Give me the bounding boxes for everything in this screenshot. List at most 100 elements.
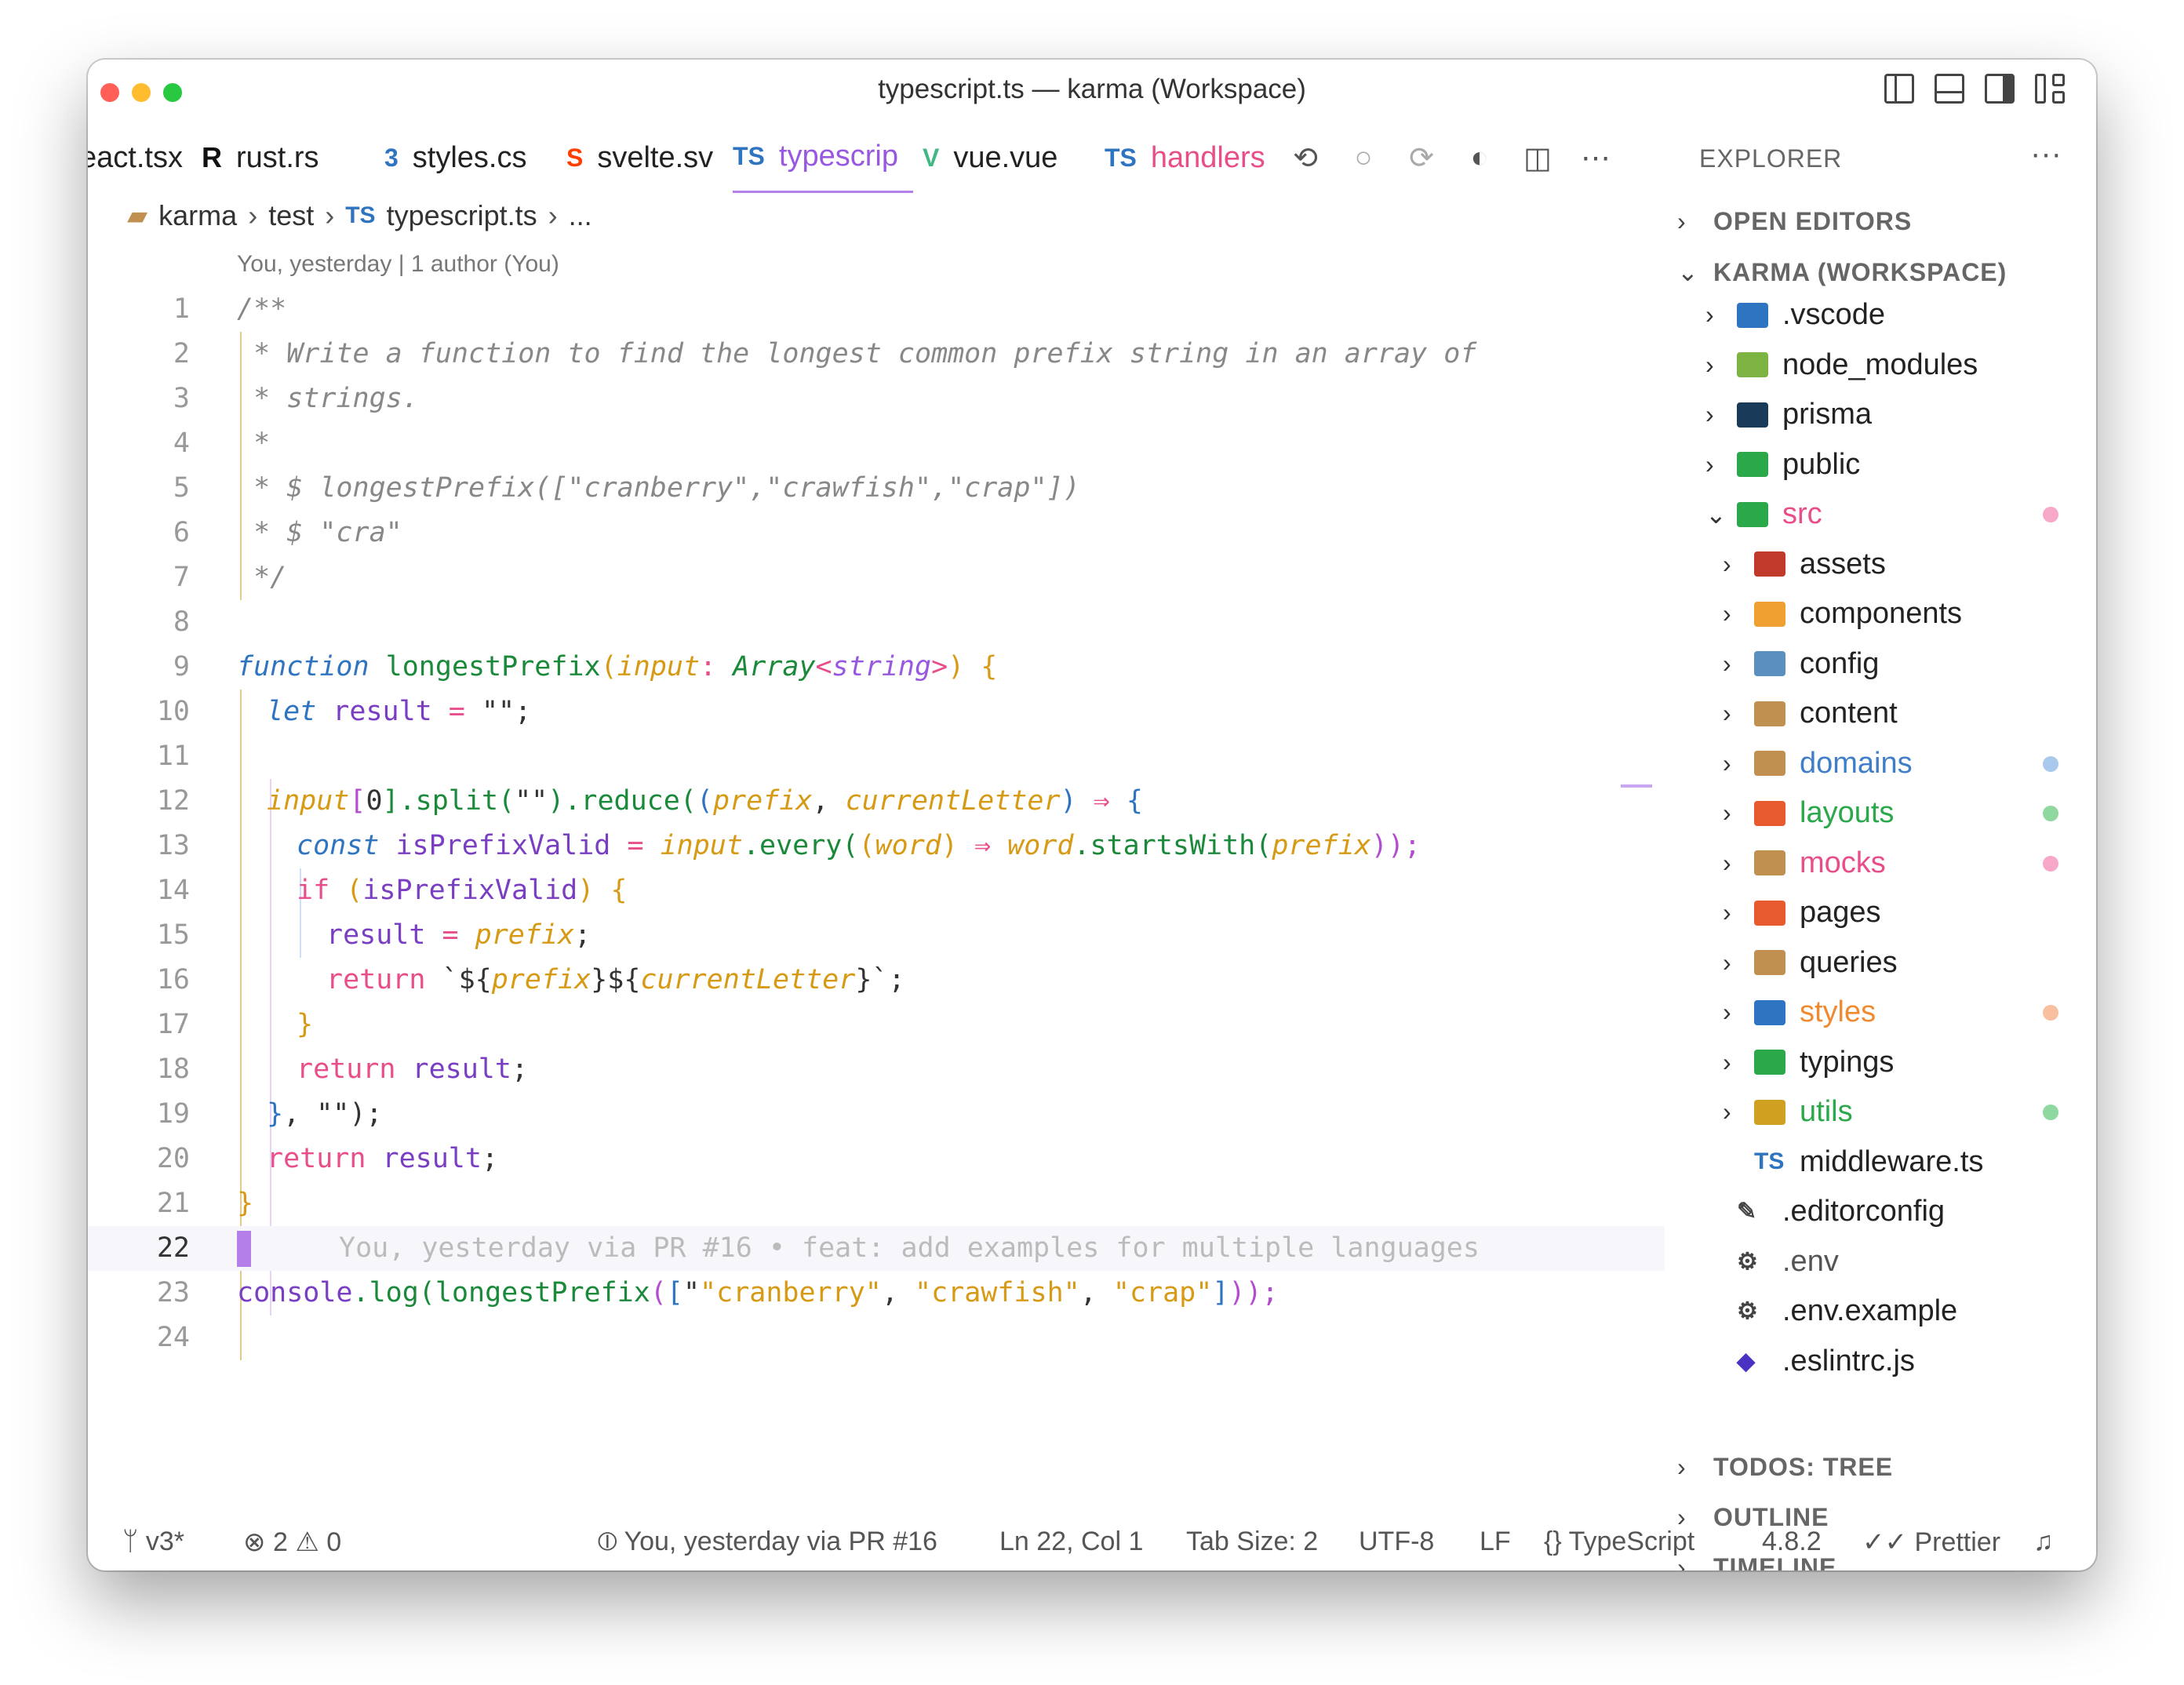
tree-file[interactable]: ⚙ .env.example (1737, 1286, 1957, 1336)
tree-folder[interactable]: › config (1723, 639, 1879, 689)
tree-item-label: middleware.ts (1800, 1145, 1984, 1178)
tree-folder[interactable]: › node_modules (1705, 340, 1978, 390)
editor-window: typescript.ts — karma (Workspace) eact.t… (88, 60, 2096, 1570)
git-commit-icon[interactable]: ○ (1346, 141, 1381, 175)
breadcrumb-more[interactable]: ... (569, 199, 592, 232)
tab-typescript[interactable]: TS typescrip (733, 122, 913, 193)
language-mode[interactable]: {} TypeScript (1544, 1527, 1694, 1557)
layout-controls (1884, 74, 2065, 104)
tree-folder[interactable]: › layouts (1723, 788, 1894, 838)
git-status-dot (2043, 1005, 2058, 1021)
status-bar: ᛘ v3* ⊗ 2 ⚠ 0 ⦶ You, yesterday via PR #1… (88, 1516, 2096, 1570)
encoding[interactable]: UTF-8 (1359, 1527, 1434, 1557)
tree-file[interactable]: ◆ .eslintrc.js (1737, 1337, 1915, 1386)
code-line: 15 result = prefix; (156, 919, 592, 951)
code-line: 19 }, ""); (156, 1098, 383, 1130)
code-line: 4 * (173, 428, 271, 459)
scrollbar-marker (1621, 784, 1652, 788)
breadcrumb-root[interactable]: karma (158, 199, 237, 232)
tree-folder[interactable]: › assets (1723, 540, 1886, 589)
tree-folder[interactable]: › domains (1723, 739, 1913, 788)
window-title: typescript.ts — karma (Workspace) (878, 74, 1306, 104)
chevron-right-icon: › (1723, 998, 1731, 1026)
gitlens-icon[interactable]: ◐ (1462, 141, 1497, 175)
svelte-icon: S (566, 143, 584, 172)
tree-file[interactable]: ⚙ .env (1737, 1237, 1839, 1286)
branch-indicator[interactable]: ᛘ v3* (122, 1527, 184, 1557)
tab-size[interactable]: Tab Size: 2 (1186, 1527, 1318, 1557)
tree-item-label: utils (1800, 1095, 1853, 1128)
split-editor-icon[interactable]: ◫ (1520, 140, 1555, 176)
git-previous-change-icon[interactable]: ⟲ (1288, 140, 1323, 176)
chevron-right-icon: › (1705, 300, 1714, 329)
toggle-panel-icon[interactable] (1935, 74, 1964, 104)
ts-version[interactable]: 4.8.2 (1762, 1527, 1822, 1557)
tree-folder[interactable]: › queries (1723, 938, 1898, 988)
tab-rust[interactable]: R rust.rs (202, 122, 319, 193)
ts-icon: TS (733, 142, 765, 170)
tree-folder[interactable]: › utils (1723, 1087, 1853, 1137)
error-icon: ⊗ (243, 1527, 266, 1557)
chevron-right-icon: › (1723, 599, 1731, 628)
cursor-position[interactable]: Ln 22, Col 1 (999, 1527, 1143, 1557)
tree-folder[interactable]: › styles (1723, 988, 1876, 1037)
code-line-current: 22 You, yesterday via PR #16 • feat: add… (88, 1226, 1665, 1271)
code-line: 14 if (isPrefixValid) { (156, 875, 628, 906)
notifications-bell-icon[interactable]: ♫ (2033, 1527, 2054, 1557)
chevron-down-icon: ⌄ (1705, 500, 1727, 529)
problems-indicator[interactable]: ⊗ 2 ⚠ 0 (243, 1527, 341, 1558)
folder-icon (1754, 1050, 1785, 1075)
tree-folder[interactable]: › .vscode (1705, 290, 1885, 340)
more-actions-icon[interactable]: ⋯ (1578, 140, 1613, 176)
tab-react[interactable]: eact.tsx (88, 122, 183, 193)
folder-icon (1737, 402, 1768, 428)
breadcrumb-folder[interactable]: test (268, 199, 314, 232)
folder-icon (1754, 800, 1785, 826)
tree-item-label: prisma (1782, 398, 1873, 431)
tab-svelte[interactable]: S svelte.sv (566, 122, 713, 193)
git-status-dot (2043, 755, 2058, 772)
code-line: 10 let result = ""; (156, 696, 532, 727)
file-type-icon: ⚙ (1737, 1248, 1758, 1275)
tree-file[interactable]: TS middleware.ts (1754, 1137, 1983, 1187)
chevron-right-icon: › (1723, 649, 1731, 678)
git-next-change-icon[interactable]: ⟳ (1404, 140, 1439, 176)
customize-layout-icon[interactable] (2035, 74, 2065, 104)
toggle-primary-sidebar-icon[interactable] (1884, 74, 1914, 104)
section-workspace[interactable]: ⌄ KARMA (WORKSPACE) (1677, 257, 2007, 287)
tree-folder[interactable]: › pages (1723, 888, 1881, 937)
line-ending[interactable]: LF (1480, 1527, 1511, 1557)
tree-folder[interactable]: › prisma (1705, 390, 1872, 439)
blame-indicator[interactable]: ⦶ You, yesterday via PR #16 (598, 1527, 937, 1557)
formatter[interactable]: ✓✓ Prettier (1862, 1527, 2000, 1558)
code-line: 1/** (173, 293, 287, 325)
tab-label: vue.vue (953, 140, 1058, 174)
tab-label: eact.tsx (88, 140, 183, 174)
tree-folder[interactable]: › components (1723, 589, 1962, 639)
codelens-blame[interactable]: You, yesterday | 1 author (You) (237, 251, 559, 278)
ts-icon: TS (345, 202, 376, 228)
tree-folder[interactable]: › mocks (1723, 839, 1886, 888)
tree-folder[interactable]: › content (1723, 689, 1898, 738)
code-line: 18 return result; (156, 1054, 529, 1085)
tree-item-label: domains (1800, 746, 1913, 780)
tab-handlers[interactable]: TS handlers (1105, 122, 1265, 193)
tree-folder[interactable]: › public (1705, 440, 1860, 489)
chevron-right-icon: › (1723, 549, 1731, 578)
inline-blame[interactable]: You, yesterday via PR #16 • feat: add ex… (339, 1226, 1480, 1271)
folder-icon (1737, 302, 1768, 328)
explorer-sidebar: EXPLORER ··· › OPEN EDITORS ⌄ KARMA (WORKS… (1665, 122, 2096, 1570)
explorer-more-icon[interactable]: ··· (2030, 136, 2062, 172)
toggle-secondary-sidebar-icon[interactable] (1985, 74, 2015, 104)
tree-folder[interactable]: ⌄ src (1705, 489, 1822, 539)
section-open-editors[interactable]: › OPEN EDITORS (1677, 207, 1912, 236)
tree-file[interactable]: ✎ .editorconfig (1737, 1187, 1945, 1236)
vue-icon: V (923, 143, 940, 172)
breadcrumb-file[interactable]: typescript.ts (387, 199, 537, 232)
tree-folder[interactable]: › typings (1723, 1038, 1894, 1087)
chevron-right-icon: › (1723, 748, 1731, 777)
section-todos[interactable]: › TODOS: TREE (1677, 1453, 2085, 1482)
git-status-dot (2043, 507, 2058, 522)
tab-styles[interactable]: 3 styles.cs (384, 122, 527, 193)
tab-vue[interactable]: V vue.vue (923, 122, 1057, 193)
